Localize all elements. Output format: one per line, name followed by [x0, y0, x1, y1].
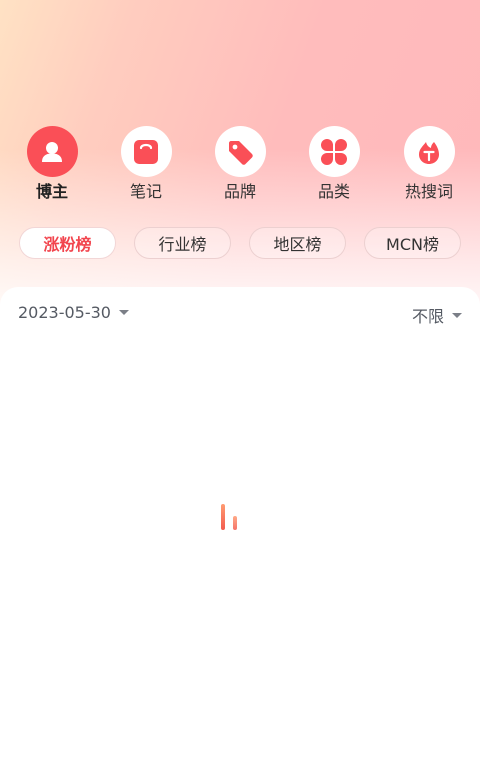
category-hot-search-circle [403, 126, 455, 177]
category-blogger-circle [26, 126, 78, 177]
ranking-panel: 2023-05-30 不限 [0, 287, 480, 780]
category-nav: 博主 笔记 品牌 品类 热搜词 [0, 126, 480, 206]
range-value: 不限 [411, 307, 444, 326]
chevron-down-icon [452, 312, 462, 318]
tag-icon [229, 140, 253, 165]
note-icon [134, 139, 158, 164]
app-screen: 博主 笔记 品牌 品类 热搜词 涨粉榜 行业榜 地区榜 MCN榜 2023-05… [0, 0, 480, 780]
tab-industry[interactable]: 行业榜 [134, 227, 231, 259]
date-value: 2023-05-30 [18, 303, 111, 322]
category-label: 笔记 [129, 182, 162, 201]
category-hot-search[interactable]: 热搜词 [389, 126, 469, 206]
category-category[interactable]: 品类 [294, 126, 374, 206]
category-blogger[interactable]: 博主 [12, 126, 92, 206]
tab-fans-growth[interactable]: 涨粉榜 [19, 227, 116, 259]
chevron-down-icon [118, 310, 129, 315]
range-filter[interactable]: 不限 [412, 303, 462, 327]
clover-icon [321, 138, 347, 165]
user-icon [42, 141, 62, 162]
category-label: 品牌 [223, 182, 256, 201]
filter-row: 2023-05-30 不限 [18, 303, 462, 327]
category-note[interactable]: 笔记 [106, 126, 186, 206]
category-brand-circle [214, 126, 266, 177]
category-brand[interactable]: 品牌 [200, 126, 280, 206]
date-picker[interactable]: 2023-05-30 [18, 303, 129, 322]
category-note-circle [120, 126, 172, 177]
category-label: 热搜词 [404, 182, 453, 201]
hot-search-icon [419, 141, 439, 164]
tab-region[interactable]: 地区榜 [249, 227, 346, 259]
category-label: 品类 [317, 182, 350, 201]
category-category-circle [308, 126, 360, 177]
tab-mcn[interactable]: MCN榜 [364, 227, 461, 259]
loading-bar [221, 504, 225, 530]
category-label: 博主 [35, 182, 68, 201]
ranking-tabs: 涨粉榜 行业榜 地区榜 MCN榜 [0, 227, 480, 261]
loading-bar [233, 516, 237, 530]
loading-spinner [221, 500, 241, 530]
